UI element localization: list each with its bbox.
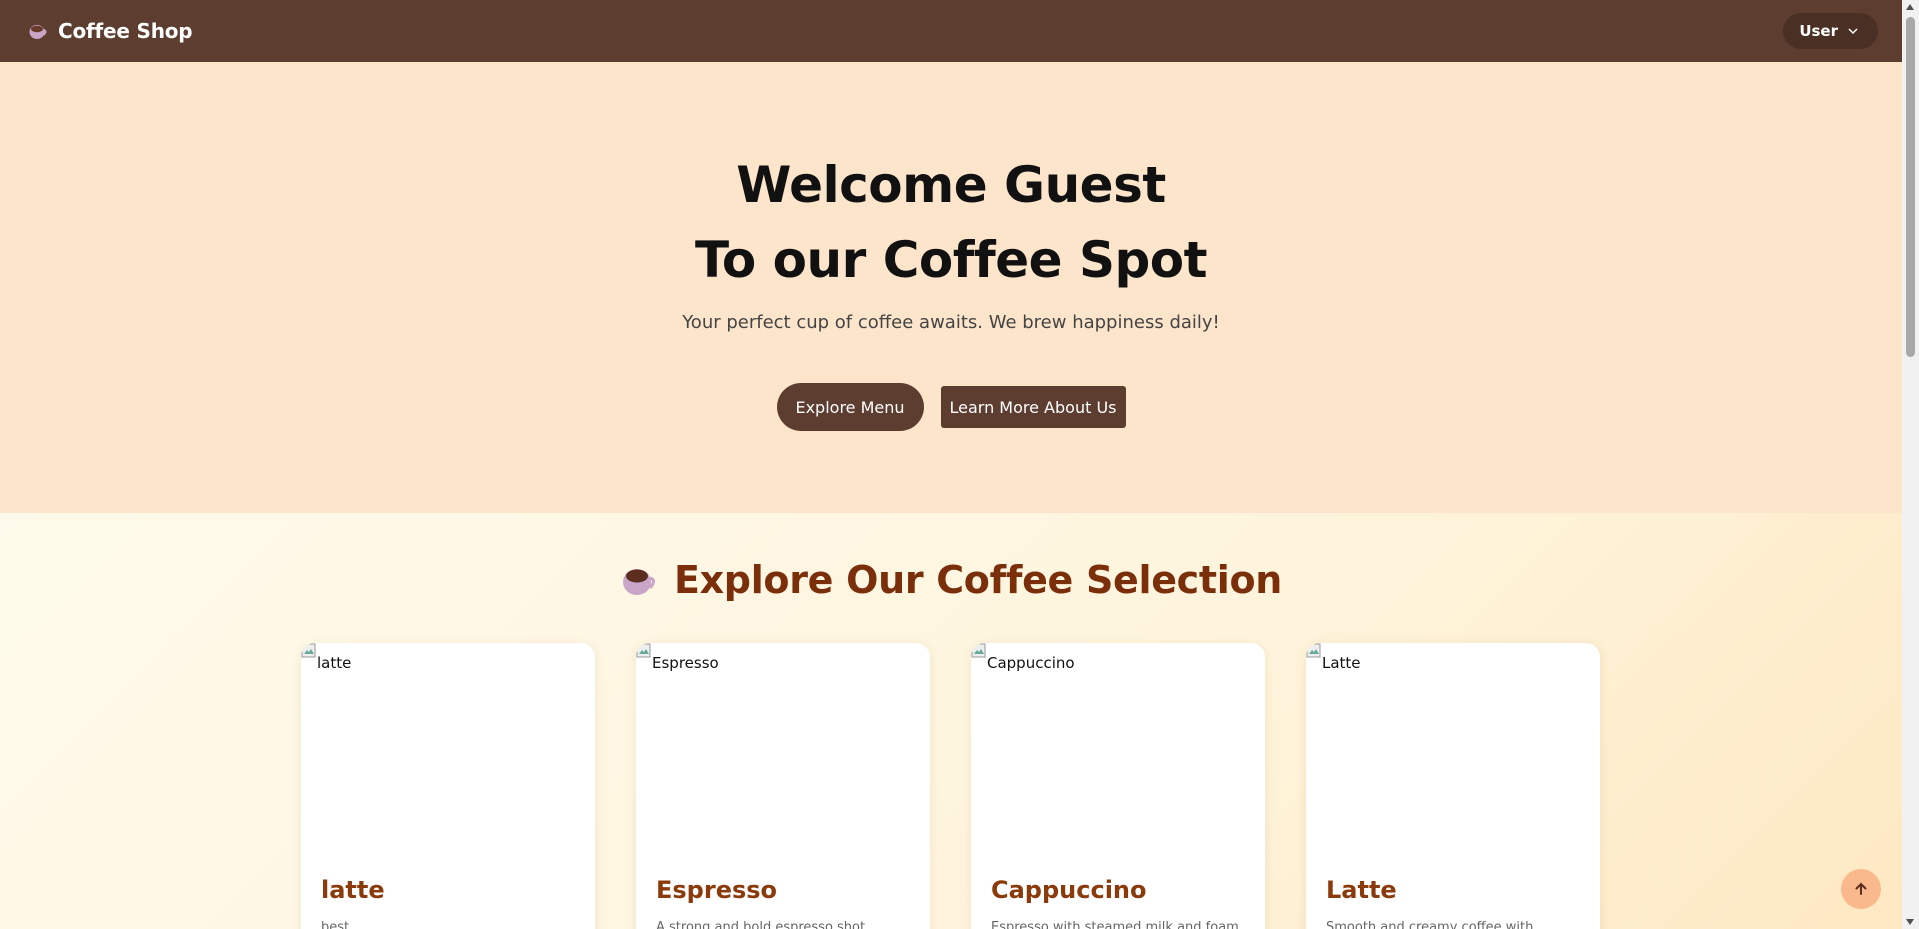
coffee-name: Espresso [656, 876, 778, 904]
coffee-description: Espresso with steamed milk and foam. [991, 920, 1243, 929]
user-menu-label: User [1799, 22, 1838, 40]
arrow-up-icon [1855, 882, 1867, 895]
section-title: Explore Our Coffee Selection [0, 558, 1902, 602]
coffee-description: A strong and bold espresso shot. [656, 920, 870, 929]
hero-title: Welcome Guest To our Coffee Spot [0, 148, 1902, 298]
broken-image-icon [1306, 643, 1321, 658]
section-title-text: Explore Our Coffee Selection [673, 558, 1283, 602]
coffee-image: Espresso [636, 643, 930, 848]
hero-section: Welcome Guest To our Coffee Spot Your pe… [0, 62, 1902, 513]
coffee-image-alt: Cappuccino [987, 654, 1075, 672]
coffee-description: best [321, 920, 350, 929]
hero-title-line1: Welcome Guest [736, 156, 1166, 214]
hero-buttons: Explore Menu Learn More About Us [0, 383, 1902, 431]
vertical-scrollbar[interactable] [1902, 0, 1919, 929]
scroll-to-top-button[interactable] [1841, 869, 1881, 909]
coffee-card[interactable]: Espresso Espresso A strong and bold espr… [636, 643, 930, 929]
brand-text: Coffee Shop [58, 19, 193, 43]
coffee-image-alt: Espresso [652, 654, 719, 672]
coffee-cards: latte latte best Espresso Espresso A str… [301, 643, 1600, 929]
learn-more-button[interactable]: Learn More About Us [940, 386, 1126, 428]
hero-subtitle: Your perfect cup of coffee awaits. We br… [682, 312, 1220, 333]
coffee-card[interactable]: Latte Latte Smooth and creamy coffee wit… [1306, 643, 1600, 929]
coffee-cup-icon [29, 25, 47, 39]
hero-title-line2: To our Coffee Spot [694, 231, 1208, 289]
coffee-image: Cappuccino [971, 643, 1265, 848]
coffee-name: Cappuccino [991, 876, 1147, 904]
brand[interactable]: Coffee Shop [28, 19, 193, 43]
coffee-image: Latte [1306, 643, 1600, 848]
coffee-card[interactable]: Cappuccino Cappuccino Espresso with stea… [971, 643, 1265, 929]
coffee-selection-section: Explore Our Coffee Selection latte latte… [0, 513, 1902, 929]
scroll-down-arrow[interactable] [1906, 919, 1914, 925]
explore-menu-button[interactable]: Explore Menu [776, 383, 924, 431]
navbar: Coffee Shop User [0, 0, 1902, 62]
broken-image-icon [636, 643, 651, 658]
scrollbar-thumb[interactable] [1906, 17, 1915, 357]
coffee-cup-icon [622, 569, 655, 595]
coffee-name: latte [321, 876, 385, 904]
broken-image-icon [301, 643, 316, 658]
coffee-card[interactable]: latte latte best [301, 643, 595, 929]
user-menu-button[interactable]: User [1783, 13, 1878, 49]
coffee-name: Latte [1326, 876, 1397, 904]
chevron-down-icon [1848, 28, 1858, 35]
scroll-up-arrow[interactable] [1906, 4, 1914, 10]
coffee-image-alt: Latte [1322, 654, 1361, 672]
coffee-description: Smooth and creamy coffee with... [1326, 920, 1546, 929]
broken-image-icon [971, 643, 986, 658]
coffee-image: latte [301, 643, 595, 848]
coffee-image-alt: latte [317, 654, 352, 672]
